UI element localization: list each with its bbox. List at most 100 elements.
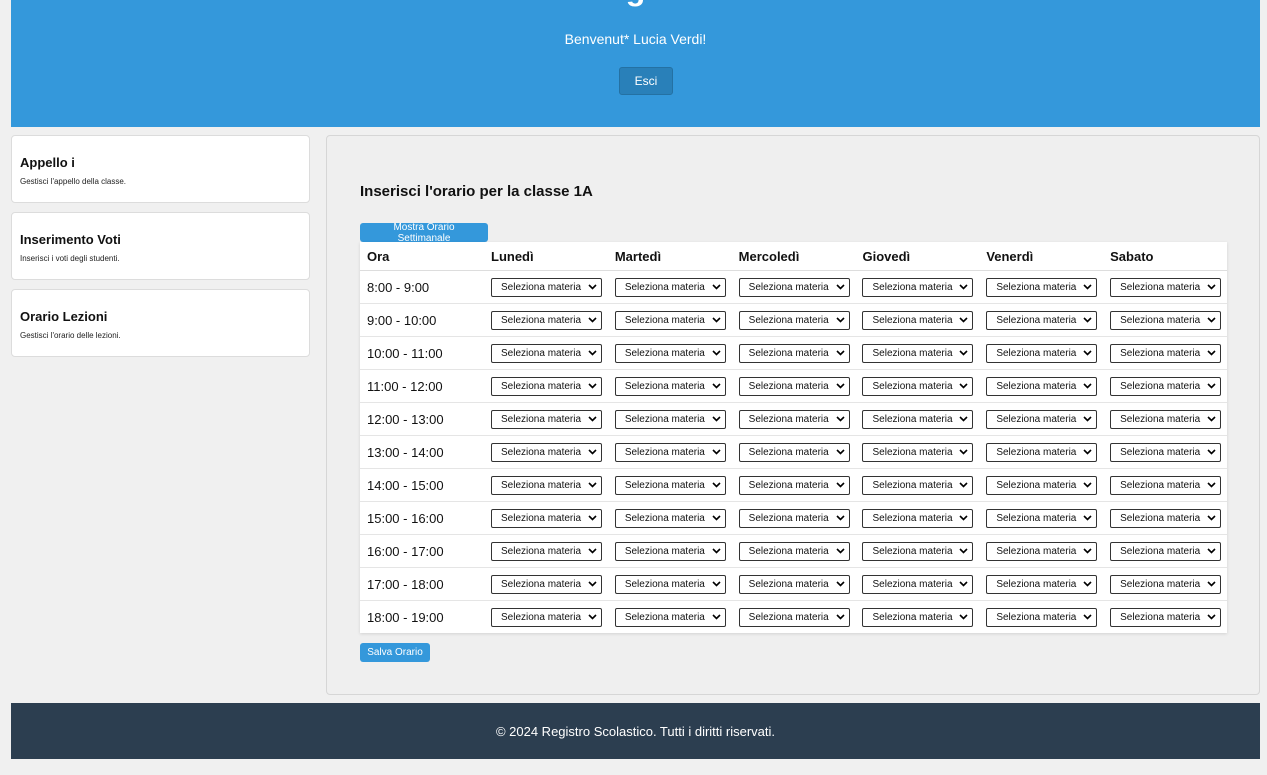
chevron-down-icon — [588, 613, 597, 622]
subject-select[interactable]: Seleziona materia — [862, 508, 974, 528]
card-appello[interactable]: Appello i Gestisci l'appello della class… — [11, 135, 310, 203]
subject-select[interactable]: Seleziona materia — [614, 475, 726, 495]
subject-select[interactable]: Seleziona materia — [738, 442, 850, 462]
hour-cell: 12:00 - 13:00 — [360, 402, 484, 436]
subject-select[interactable]: Seleziona materia — [738, 607, 850, 627]
chevron-down-icon — [1207, 547, 1216, 556]
day-cell: Seleziona materia — [855, 402, 980, 436]
subject-select[interactable]: Seleziona materia — [738, 475, 850, 495]
subject-select[interactable]: Seleziona materia — [614, 574, 726, 594]
subject-select[interactable]: Seleziona materia — [491, 277, 602, 297]
subject-select[interactable]: Seleziona materia — [986, 409, 1098, 429]
subject-select[interactable]: Seleziona materia — [862, 343, 974, 363]
chevron-down-icon — [836, 514, 845, 523]
day-cell: Seleziona materia — [484, 534, 608, 568]
subject-select[interactable]: Seleziona materia — [1110, 541, 1222, 561]
subject-select[interactable]: Seleziona materia — [491, 310, 602, 330]
subject-select[interactable]: Seleziona materia — [1110, 508, 1222, 528]
day-cell: Seleziona materia — [607, 402, 732, 436]
day-cell: Seleziona materia — [484, 468, 608, 502]
subject-select[interactable]: Seleziona materia — [738, 409, 850, 429]
card-inserimento-voti[interactable]: Inserimento Voti Inserisci i voti degli … — [11, 212, 310, 280]
subject-select[interactable]: Seleziona materia — [738, 376, 850, 396]
subject-select[interactable]: Seleziona materia — [986, 607, 1098, 627]
subject-select[interactable]: Seleziona materia — [614, 409, 726, 429]
show-weekly-schedule-button[interactable]: Mostra Orario Settimanale — [360, 222, 488, 244]
hour-cell: 9:00 - 10:00 — [360, 303, 484, 337]
day-cell: Seleziona materia — [732, 601, 856, 634]
subject-select[interactable]: Seleziona materia — [1110, 475, 1222, 495]
schedule-table: Ora Lunedì Martedì Mercoledì Giovedì Venerdì S… — [360, 242, 1227, 633]
subject-select[interactable]: Seleziona materia — [738, 574, 850, 594]
subject-select[interactable]: Seleziona materia — [1110, 376, 1222, 396]
subject-select-value: Seleziona materia — [872, 413, 953, 425]
subject-select-value: Seleziona materia — [624, 380, 705, 392]
subject-select[interactable]: Seleziona materia — [1110, 310, 1222, 330]
subject-select-value: Seleziona materia — [996, 413, 1077, 425]
card-orario-lezioni[interactable]: Orario Lezioni Gestisci l'orario delle l… — [11, 289, 310, 357]
subject-select[interactable]: Seleziona materia — [738, 277, 850, 297]
subject-select[interactable]: Seleziona materia — [986, 442, 1098, 462]
subject-select[interactable]: Seleziona materia — [491, 475, 602, 495]
chevron-down-icon — [1083, 349, 1092, 358]
save-schedule-button[interactable]: Salva Orario — [360, 643, 430, 662]
subject-select[interactable]: Seleziona materia — [738, 508, 850, 528]
subject-select[interactable]: Seleziona materia — [862, 607, 974, 627]
subject-select[interactable]: Seleziona materia — [1110, 442, 1222, 462]
subject-select[interactable]: Seleziona materia — [491, 508, 602, 528]
day-cell: Seleziona materia — [731, 501, 856, 535]
subject-select[interactable]: Seleziona materia — [738, 541, 850, 561]
subject-select[interactable]: Seleziona materia — [1110, 343, 1222, 363]
subject-select[interactable]: Seleziona materia — [614, 376, 726, 396]
subject-select[interactable]: Seleziona materia — [986, 310, 1098, 330]
subject-select[interactable]: Seleziona materia — [491, 574, 602, 594]
subject-select[interactable]: Seleziona materia — [1110, 574, 1222, 594]
subject-select[interactable]: Seleziona materia — [491, 376, 602, 396]
subject-select[interactable]: Seleziona materia — [491, 409, 602, 429]
subject-select[interactable]: Seleziona materia — [1110, 409, 1222, 429]
subject-select[interactable]: Seleziona materia — [986, 343, 1098, 363]
day-cell: Seleziona materia — [607, 567, 732, 601]
chevron-down-icon — [712, 415, 721, 424]
subject-select[interactable]: Seleziona materia — [491, 541, 602, 561]
subject-select-value: Seleziona materia — [872, 380, 953, 392]
subject-select[interactable]: Seleziona materia — [738, 310, 850, 330]
subject-select[interactable]: Seleziona materia — [614, 277, 726, 297]
day-cell: Seleziona materia — [484, 369, 608, 403]
logout-button[interactable]: Esci — [619, 67, 673, 95]
subject-select[interactable]: Seleziona materia — [491, 607, 602, 627]
subject-select-value: Seleziona materia — [872, 578, 953, 590]
subject-select-value: Seleziona materia — [624, 611, 705, 623]
subject-select[interactable]: Seleziona materia — [614, 508, 726, 528]
subject-select[interactable]: Seleziona materia — [738, 343, 850, 363]
subject-select[interactable]: Seleziona materia — [614, 541, 726, 561]
subject-select[interactable]: Seleziona materia — [491, 343, 602, 363]
subject-select[interactable]: Seleziona materia — [986, 508, 1098, 528]
subject-select[interactable]: Seleziona materia — [862, 541, 974, 561]
subject-select[interactable]: Seleziona materia — [1110, 607, 1222, 627]
subject-select-value: Seleziona materia — [1120, 512, 1201, 524]
subject-select-value: Seleziona materia — [872, 347, 953, 359]
subject-select[interactable]: Seleziona materia — [614, 607, 726, 627]
subject-select[interactable]: Seleziona materia — [986, 376, 1098, 396]
subject-select[interactable]: Seleziona materia — [614, 442, 726, 462]
subject-select[interactable]: Seleziona materia — [986, 574, 1098, 594]
subject-select[interactable]: Seleziona materia — [862, 574, 974, 594]
column-header: Lunedì — [484, 242, 608, 271]
subject-select[interactable]: Seleziona materia — [614, 343, 726, 363]
card-description: Inserisci i voti degli studenti. — [20, 254, 120, 263]
subject-select[interactable]: Seleziona materia — [986, 277, 1098, 297]
subject-select[interactable]: Seleziona materia — [862, 310, 974, 330]
subject-select[interactable]: Seleziona materia — [614, 310, 726, 330]
subject-select-value: Seleziona materia — [1120, 347, 1201, 359]
subject-select[interactable]: Seleziona materia — [862, 277, 974, 297]
hour-cell: 14:00 - 15:00 — [360, 468, 484, 502]
subject-select[interactable]: Seleziona materia — [986, 475, 1098, 495]
subject-select[interactable]: Seleziona materia — [491, 442, 602, 462]
subject-select[interactable]: Seleziona materia — [862, 409, 974, 429]
subject-select[interactable]: Seleziona materia — [862, 376, 974, 396]
subject-select[interactable]: Seleziona materia — [1110, 277, 1222, 297]
subject-select[interactable]: Seleziona materia — [986, 541, 1098, 561]
subject-select[interactable]: Seleziona materia — [862, 475, 974, 495]
subject-select[interactable]: Seleziona materia — [862, 442, 974, 462]
